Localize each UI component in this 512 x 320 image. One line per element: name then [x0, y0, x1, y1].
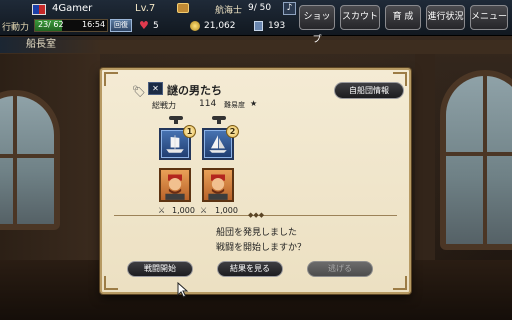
unit-handle-icon — [169, 116, 183, 124]
status-bar: 4Gamer Lv.7 行動力 23/ 62 16:54 回復 ♥ 5 21,0… — [0, 0, 512, 45]
sailors-label: 航海士 — [215, 6, 243, 16]
book-count: 193 — [268, 21, 286, 31]
sword-icon: ⚔ — [158, 206, 166, 215]
dialog-message-line2: 戦闘を開始しますか？ — [216, 243, 307, 253]
action-points-value: 23/ 62 — [38, 20, 64, 29]
total-power-label: 総戦力 — [152, 101, 176, 110]
encounter-dialog: 🏷 ✕ 謎の男たち 総戦力 114 難易度 ★ 自船団情報 1 ⚔ 1,000 … — [100, 68, 411, 294]
difficulty-label: 難易度 — [224, 101, 245, 109]
shop-button[interactable]: ショップ — [299, 5, 335, 45]
unit-troop-count: 1,000 — [215, 206, 238, 215]
action-points-timer: 16:54 — [82, 20, 106, 29]
sword-icon: ⚔ — [200, 206, 208, 215]
username: 4Gamer — [52, 3, 93, 14]
recover-button[interactable]: 回復 — [110, 19, 132, 32]
dialog-message-line1: 船団を発見しました — [216, 228, 298, 238]
view-result-button[interactable]: 結果を見る — [217, 261, 283, 277]
flag-icon — [32, 4, 46, 15]
difficulty-stars: ★ — [250, 99, 258, 108]
unit-troop-count: 1,000 — [172, 206, 195, 215]
music-icon[interactable]: ♪ — [283, 2, 296, 15]
treasure-chest-icon — [177, 3, 189, 13]
heart-icon: ♥ — [139, 19, 149, 32]
menu-button[interactable]: メニュー — [470, 5, 508, 30]
unit-handle-icon — [212, 116, 226, 124]
tag-icon: 🏷 — [132, 85, 146, 98]
coin-count: 21,062 — [204, 21, 236, 31]
player-level: Lv.7 — [135, 3, 156, 14]
divider-ornament: ◆◆◆ — [248, 211, 265, 219]
scout-button[interactable]: スカウト — [340, 5, 380, 30]
enemy-fleet-name: 謎の男たち — [167, 84, 222, 97]
heart-count: 5 — [153, 21, 159, 31]
own-fleet-info-button[interactable]: 自船団情報 — [334, 82, 404, 99]
coin-icon — [190, 21, 200, 31]
unit-rank-badge: 2 — [226, 125, 239, 138]
flee-button[interactable]: 逃げる — [307, 261, 373, 277]
pointer-cursor — [177, 282, 189, 298]
unit-rank-badge: 1 — [183, 125, 196, 138]
sailors-value: 9/ 50 — [248, 3, 272, 13]
location-title: 船長室 — [0, 37, 100, 53]
pirate-flag-icon: ✕ — [148, 82, 163, 95]
captain-portrait[interactable] — [202, 168, 234, 202]
progress-button[interactable]: 進行状況 — [426, 5, 465, 30]
action-points-label: 行動力 — [2, 23, 30, 33]
total-power-value: 114 — [199, 99, 217, 109]
train-button[interactable]: 育 成 — [385, 5, 421, 30]
start-battle-button[interactable]: 戦闘開始 — [127, 261, 193, 277]
book-icon — [254, 21, 263, 31]
captain-portrait[interactable] — [159, 168, 191, 202]
